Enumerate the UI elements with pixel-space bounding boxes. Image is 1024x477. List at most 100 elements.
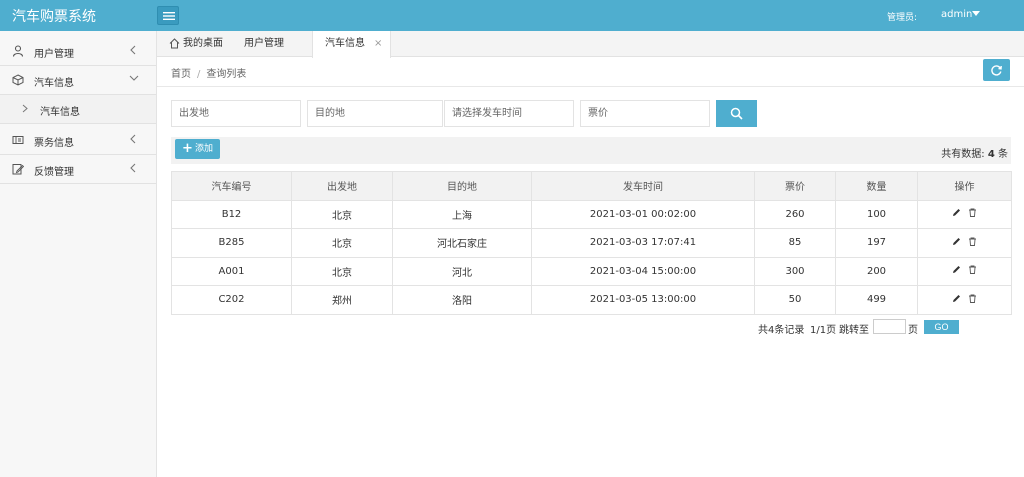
- cell-actions: [917, 199, 1012, 229]
- total-count: 共有数据: 4 条: [941, 145, 1008, 160]
- plus-icon: +: [182, 141, 193, 156]
- column-header: 出发地: [291, 171, 393, 201]
- close-icon[interactable]: ×: [374, 31, 382, 57]
- cell-car-number: A001: [171, 256, 292, 286]
- sidebar-item-ticket-info[interactable]: 票务信息: [0, 126, 156, 155]
- price-input[interactable]: [580, 100, 710, 127]
- column-header: 发车时间: [531, 171, 755, 201]
- cell-departure-time: 2021-03-05 13:00:00: [531, 285, 755, 315]
- chevron-down-icon: [129, 75, 139, 81]
- tab-bar: 我的桌面 用户管理 汽车信息 ×: [157, 31, 1024, 58]
- chevron-left-icon: [130, 45, 136, 55]
- cell-departure: 北京: [291, 199, 393, 229]
- column-header: 操作: [917, 171, 1012, 201]
- table-row: C202 郑州 洛阳 2021-03-05 13:00:00 50 499: [171, 285, 1012, 315]
- edit-icon[interactable]: [952, 237, 961, 249]
- sidebar-subitem-label: 汽车信息: [40, 107, 80, 118]
- edit-icon[interactable]: [952, 208, 961, 220]
- tab-label: 汽车信息: [325, 38, 365, 49]
- cell-quantity: 197: [835, 228, 918, 258]
- delete-icon[interactable]: [968, 237, 977, 249]
- cell-destination: 上海: [392, 199, 532, 229]
- add-button-label: 添加: [195, 144, 214, 154]
- cell-departure-time: 2021-03-04 15:00:00: [531, 256, 755, 286]
- cell-departure: 北京: [291, 228, 393, 258]
- table-row: B12 北京 上海 2021-03-01 00:02:00 260 100: [171, 199, 1012, 229]
- cell-actions: [917, 228, 1012, 258]
- sidebar-item-user-management[interactable]: 用户管理: [0, 37, 156, 66]
- pager-pages: 1/1页: [810, 325, 837, 336]
- total-suffix: 条: [998, 149, 1008, 160]
- sidebar-item-feedback[interactable]: 反馈管理: [0, 155, 156, 184]
- tab-label: 用户管理: [244, 38, 284, 49]
- table-row: B285 北京 河北石家庄 2021-03-03 17:07:41 85 197: [171, 228, 1012, 258]
- breadcrumb: 首页 / 查询列表: [171, 65, 246, 80]
- pager-jump-label: 跳转至: [839, 325, 869, 336]
- car-info-table: 汽车编号 出发地 目的地 发车时间 票价 数量 操作 B12 北京 上海 202…: [171, 171, 1012, 315]
- cell-departure-time: 2021-03-03 17:07:41: [531, 228, 755, 258]
- edit-icon[interactable]: [952, 294, 961, 306]
- cell-car-number: C202: [171, 285, 292, 315]
- cell-quantity: 200: [835, 256, 918, 286]
- departure-time-picker[interactable]: [444, 100, 574, 127]
- edit-icon[interactable]: [952, 265, 961, 277]
- table-header-row: 汽车编号 出发地 目的地 发车时间 票价 数量 操作: [171, 171, 1012, 201]
- app-brand: 汽车购票系统: [12, 9, 96, 25]
- search-button[interactable]: [716, 100, 757, 127]
- column-header: 数量: [835, 171, 918, 201]
- total-number: 4: [987, 149, 995, 160]
- admin-user-menu[interactable]: admin: [941, 9, 972, 20]
- sidebar-subitem-car-info[interactable]: 汽车信息: [0, 95, 156, 124]
- home-icon: [169, 38, 180, 49]
- sidebar: 用户管理 汽车信息 汽车信息 票务信息 反馈管理: [0, 31, 157, 477]
- refresh-icon: [991, 65, 1002, 76]
- table-toolbar: + 添加 共有数据: 4 条: [171, 137, 1011, 164]
- column-header: 票价: [754, 171, 836, 201]
- delete-icon[interactable]: [968, 208, 977, 220]
- sidebar-item-label: 反馈管理: [34, 167, 74, 178]
- chevron-left-icon: [130, 163, 136, 173]
- column-header: 目的地: [392, 171, 532, 201]
- cell-quantity: 499: [835, 285, 918, 315]
- cell-actions: [917, 285, 1012, 315]
- cell-price: 260: [754, 199, 836, 229]
- cell-destination: 河北: [392, 256, 532, 286]
- user-icon: [12, 45, 24, 57]
- table-row: A001 北京 河北 2021-03-04 15:00:00 300 200: [171, 256, 1012, 286]
- departure-input[interactable]: [171, 100, 301, 127]
- go-button[interactable]: GO: [924, 320, 959, 334]
- delete-icon[interactable]: [968, 265, 977, 277]
- ticket-icon: [12, 136, 24, 144]
- edit-icon: [12, 164, 24, 175]
- chevron-left-icon: [130, 134, 136, 144]
- menu-icon: [163, 12, 175, 20]
- sidebar-item-car-info[interactable]: 汽车信息: [0, 66, 156, 95]
- delete-icon[interactable]: [968, 294, 977, 306]
- breadcrumb-separator: /: [197, 69, 201, 80]
- page-jump-input[interactable]: [873, 319, 906, 334]
- sidebar-item-label: 用户管理: [34, 49, 74, 60]
- chevron-right-icon: [22, 104, 28, 113]
- breadcrumb-current: 查询列表: [206, 69, 247, 80]
- cube-icon: [12, 74, 24, 86]
- cell-quantity: 100: [835, 199, 918, 229]
- divider: [157, 86, 1024, 87]
- destination-input[interactable]: [307, 100, 443, 127]
- tab-user-management[interactable]: 用户管理: [244, 31, 300, 57]
- admin-label: 管理员:: [887, 13, 918, 23]
- cell-car-number: B285: [171, 228, 292, 258]
- top-header: 汽车购票系统 管理员: admin: [0, 0, 1024, 31]
- breadcrumb-home[interactable]: 首页: [171, 69, 191, 80]
- refresh-button[interactable]: [983, 59, 1010, 81]
- pager-records: 共4条记录: [758, 325, 805, 336]
- add-button[interactable]: + 添加: [175, 139, 220, 159]
- cell-actions: [917, 256, 1012, 286]
- tab-car-info[interactable]: 汽车信息 ×: [312, 31, 391, 58]
- tab-my-desktop[interactable]: 我的桌面: [169, 31, 239, 57]
- caret-down-icon[interactable]: [972, 11, 980, 16]
- sidebar-item-label: 票务信息: [34, 138, 74, 149]
- cell-price: 85: [754, 228, 836, 258]
- cell-destination: 河北石家庄: [392, 228, 532, 258]
- total-prefix: 共有数据:: [941, 149, 985, 160]
- menu-toggle-button[interactable]: [157, 6, 179, 25]
